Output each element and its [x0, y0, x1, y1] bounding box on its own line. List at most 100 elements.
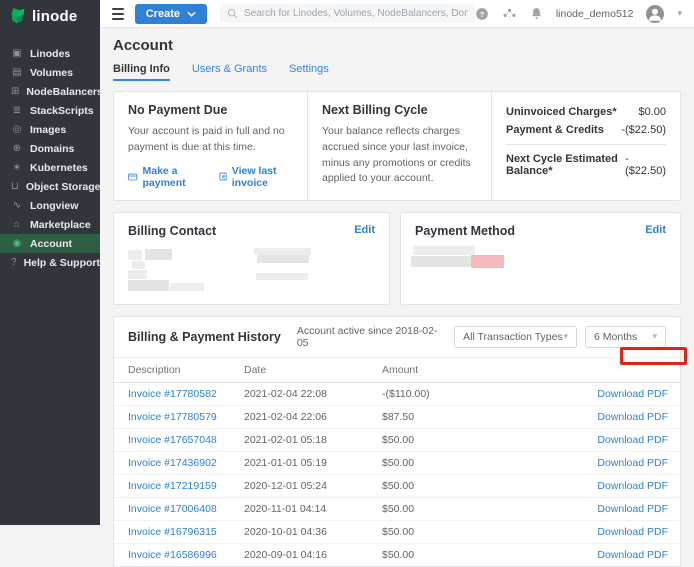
tab[interactable]: Settings — [289, 63, 329, 81]
avatar[interactable] — [646, 5, 664, 23]
invoice-link[interactable]: Invoice #16796315 — [114, 520, 244, 543]
totals-value: $0.00 — [638, 106, 666, 118]
chevron-down-icon — [187, 11, 196, 17]
sidebar-item-label: Domains — [30, 143, 74, 155]
download-pdf-link[interactable]: Download PDF — [584, 405, 680, 428]
sidebar-item[interactable]: ◉ Account — [0, 234, 100, 253]
billing-contact-card: Billing Contact Edit — [113, 212, 390, 305]
sidebar-item[interactable]: ∗ Kubernetes — [0, 158, 100, 177]
billing-totals-section: Uninvoiced Charges* $0.00 Payment & Cred… — [492, 92, 680, 200]
tab[interactable]: Users & Grants — [192, 63, 267, 81]
redacted-text — [254, 248, 311, 255]
linode-logo-icon — [10, 7, 26, 25]
svg-text:?: ? — [479, 9, 484, 18]
redacted-text — [170, 283, 204, 291]
time-range-select[interactable]: 6 Months ▾ — [585, 326, 666, 348]
tab[interactable]: Billing Info — [113, 63, 170, 81]
totals-label: Uninvoiced Charges* — [506, 106, 617, 118]
invoice-link[interactable]: Invoice #17436902 — [114, 451, 244, 474]
billing-history-table: Description Date Amount Invoice #1778058… — [114, 357, 680, 566]
user-menu-chevron-icon[interactable]: ▾ — [677, 8, 682, 19]
sidebar-item-label: Help & Support — [24, 257, 100, 269]
no-payment-due-title: No Payment Due — [128, 103, 293, 117]
invoice-amount: $50.00 — [382, 451, 584, 474]
search-icon — [227, 8, 238, 19]
billing-contact-title: Billing Contact — [128, 224, 216, 238]
create-button[interactable]: Create — [135, 4, 207, 24]
chevron-down-icon: ▾ — [564, 331, 569, 342]
payment-method-card: Payment Method Edit — [400, 212, 681, 305]
sidebar-item[interactable]: ◎ Images — [0, 120, 100, 139]
community-icon[interactable] — [502, 7, 517, 20]
payment-method-edit-link[interactable]: Edit — [645, 224, 666, 236]
invoice-date: 2020-09-01 04:16 — [244, 543, 382, 566]
totals-value: -($22.50) — [625, 153, 666, 177]
next-billing-cycle-title: Next Billing Cycle — [322, 103, 477, 117]
sidebar-item[interactable]: ⊔ Object Storage — [0, 177, 100, 196]
column-header-description: Description — [114, 357, 244, 382]
sidebar-item-label: NodeBalancers — [26, 86, 102, 98]
totals-label: Next Cycle Estimated Balance* — [506, 153, 625, 177]
download-pdf-link[interactable]: Download PDF — [584, 520, 680, 543]
download-pdf-link[interactable]: Download PDF — [584, 543, 680, 566]
invoice-date: 2021-02-04 22:08 — [244, 382, 382, 405]
invoice-date: 2020-11-01 04:14 — [244, 497, 382, 520]
search-input[interactable] — [244, 8, 468, 19]
sidebar-item[interactable]: ? Help & Support — [0, 253, 100, 272]
download-pdf-link[interactable]: Download PDF — [584, 428, 680, 451]
sidebar-item-label: Kubernetes — [30, 162, 88, 174]
sidebar-item-label: Images — [30, 124, 66, 136]
redacted-text — [411, 256, 471, 267]
invoice-link[interactable]: Invoice #16586996 — [114, 543, 244, 566]
sidebar-item[interactable]: ▣ Linodes — [0, 44, 100, 63]
download-pdf-link[interactable]: Download PDF — [584, 474, 680, 497]
invoice-amount: $50.00 — [382, 474, 584, 497]
notifications-bell-icon[interactable] — [530, 7, 543, 21]
redacted-card-logo — [471, 255, 504, 268]
invoice-amount: $50.00 — [382, 543, 584, 566]
invoice-link[interactable]: Invoice #17657048 — [114, 428, 244, 451]
invoice-link[interactable]: Invoice #17006408 — [114, 497, 244, 520]
sidebar-item[interactable]: ∿ Longview — [0, 196, 100, 215]
sidebar-item-label: Marketplace — [30, 219, 91, 231]
view-last-invoice-link[interactable]: $ View last invoice — [219, 165, 293, 189]
billing-contact-edit-link[interactable]: Edit — [354, 224, 375, 236]
next-billing-cycle-section: Next Billing Cycle Your balance reflects… — [308, 92, 492, 200]
invoice-amount: $87.50 — [382, 405, 584, 428]
invoice-link[interactable]: Invoice #17219159 — [114, 474, 244, 497]
hamburger-menu-icon[interactable] — [112, 8, 124, 20]
download-pdf-link[interactable]: Download PDF — [584, 497, 680, 520]
redacted-text — [128, 270, 147, 279]
invoice-link[interactable]: Invoice #17780579 — [114, 405, 244, 428]
sidebar-item-label: Volumes — [30, 67, 73, 79]
download-pdf-link[interactable]: Download PDF — [584, 382, 680, 405]
table-row: Invoice #17006408 2020-11-01 04:14 $50.0… — [114, 497, 680, 520]
payment-method-title: Payment Method — [415, 224, 515, 238]
images-icon: ◎ — [11, 125, 23, 135]
transaction-type-select[interactable]: All Transaction Types ▾ — [454, 326, 577, 348]
help-icon[interactable]: ? — [475, 7, 489, 21]
table-header-row: Description Date Amount — [114, 357, 680, 382]
column-header-date: Date — [244, 357, 382, 382]
totals-row: Next Cycle Estimated Balance* -($22.50) — [506, 144, 666, 180]
sidebar-item[interactable]: ⊕ Domains — [0, 139, 100, 158]
redacted-text — [257, 255, 309, 263]
table-row: Invoice #17219159 2020-12-01 05:24 $50.0… — [114, 474, 680, 497]
make-payment-link[interactable]: Make a payment — [128, 165, 202, 189]
invoice-link[interactable]: Invoice #17780582 — [114, 382, 244, 405]
billing-history-title: Billing & Payment History — [128, 330, 281, 344]
longview-icon: ∿ — [11, 201, 23, 211]
sidebar-item[interactable]: ▤ Volumes — [0, 63, 100, 82]
sidebar-item[interactable]: ⊞ NodeBalancers — [0, 82, 100, 101]
sidebar-item-label: Account — [30, 238, 72, 250]
sidebar-item[interactable]: ≣ StackScripts — [0, 101, 100, 120]
username-label[interactable]: linode_demo512 — [556, 8, 634, 20]
invoice-icon: $ — [219, 171, 227, 182]
brand-logo[interactable]: linode — [0, 0, 100, 32]
download-pdf-link[interactable]: Download PDF — [584, 451, 680, 474]
sidebar-item[interactable]: ⌂ Marketplace — [0, 215, 100, 234]
stackscripts-icon: ≣ — [11, 106, 23, 116]
marketplace-icon: ⌂ — [11, 220, 23, 230]
totals-row: Payment & Credits -($22.50) — [506, 121, 666, 139]
invoice-date: 2021-01-01 05:19 — [244, 451, 382, 474]
